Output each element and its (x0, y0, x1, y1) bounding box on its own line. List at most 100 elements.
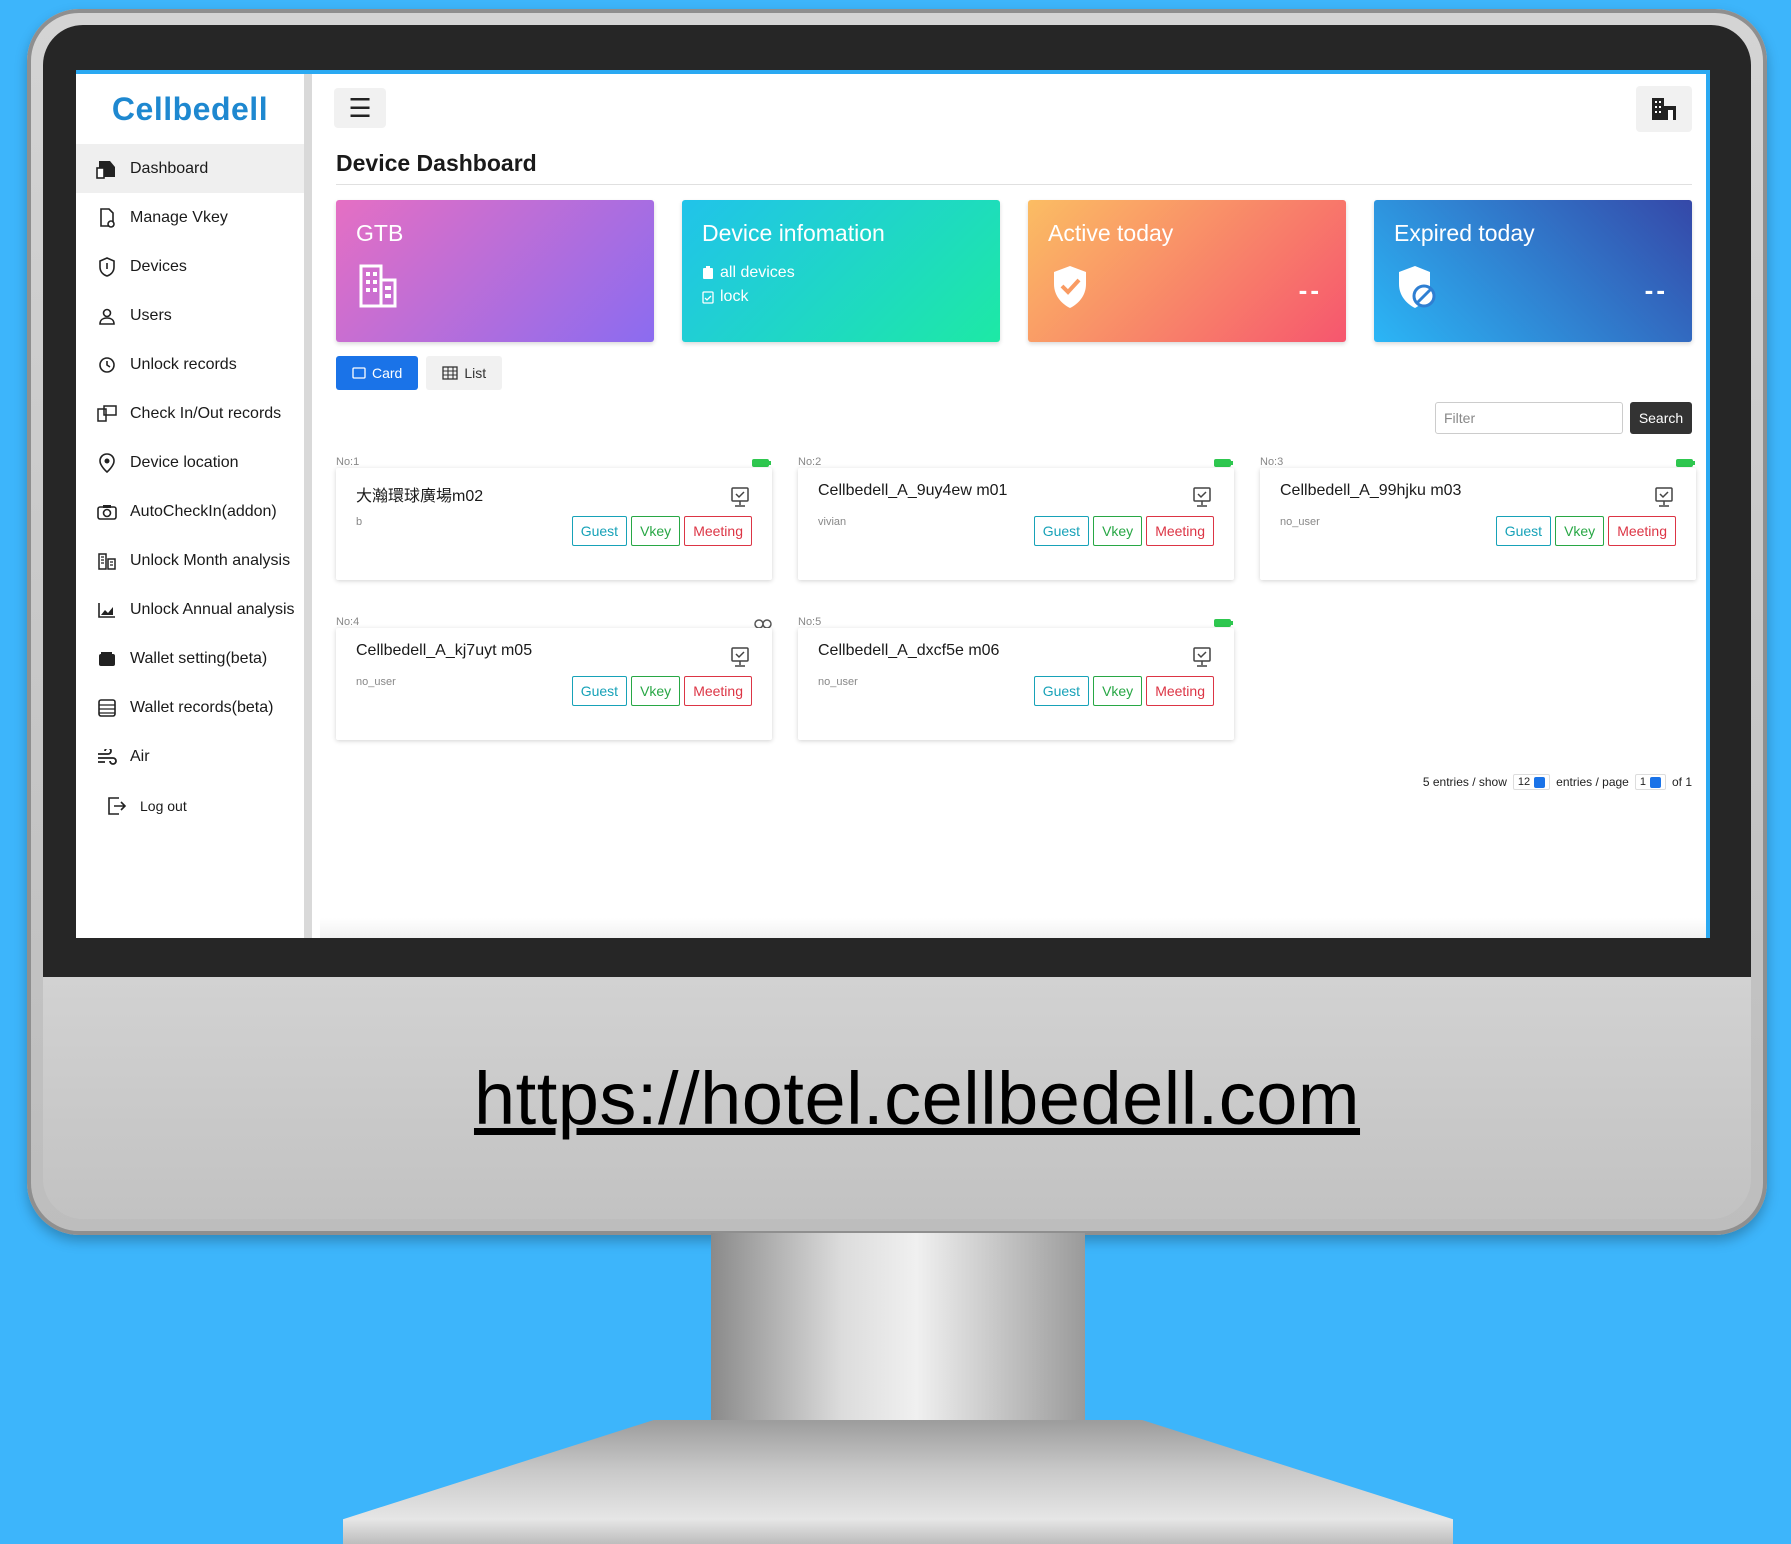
sidebar-item-logout[interactable]: Log out (76, 781, 304, 830)
clipboard-check-icon (702, 291, 714, 304)
expired-today-value: -- (1644, 275, 1668, 305)
monitor-check-icon[interactable] (1192, 646, 1212, 668)
device-card[interactable]: No:4 Cellbedell_A_kj7uyt m05 no_user Gue… (336, 616, 772, 740)
monitor-check-icon[interactable] (1654, 486, 1674, 508)
history-icon (96, 354, 118, 376)
camera-icon (96, 501, 118, 523)
device-user: no_user (356, 676, 396, 688)
website-url[interactable]: https://hotel.cellbedell.com (474, 1056, 1360, 1141)
device-user: no_user (818, 676, 858, 688)
stat-card-device-info[interactable]: Device infomation all devices lock (682, 200, 1000, 342)
vkey-button[interactable]: Vkey (631, 676, 681, 706)
app-screen: Cellbedell Dashboard Manage Vkey Devices (76, 70, 1710, 938)
guest-button[interactable]: Guest (1033, 516, 1090, 546)
vkey-button[interactable]: Vkey (631, 516, 681, 546)
sidebar-item-devices[interactable]: Devices (76, 242, 304, 291)
monitor-check-icon[interactable] (1192, 486, 1212, 508)
sidebar-item-users[interactable]: Users (76, 291, 304, 340)
sidebar-item-label: Unlock records (130, 355, 237, 373)
monitor-check-icon[interactable] (730, 486, 750, 508)
meeting-button[interactable]: Meeting (1146, 676, 1214, 706)
clipboard-icon (703, 266, 713, 279)
device-card[interactable]: No:2 Cellbedell_A_9uy4ew m01 vivian Gues… (798, 456, 1234, 580)
sidebar-item-unlock-month-analysis[interactable]: Unlock Month analysis (76, 536, 304, 585)
device-card[interactable]: No:5 Cellbedell_A_dxcf5e m06 no_user Gue… (798, 616, 1234, 740)
sidebar-item-unlock-annual-analysis[interactable]: Unlock Annual analysis (76, 585, 304, 634)
card-view-label: Card (372, 365, 403, 381)
sidebar-item-label: AutoCheckIn(addon) (130, 502, 277, 520)
device-number: No:1 (336, 456, 360, 468)
sidebar-item-manage-vkey[interactable]: Manage Vkey (76, 193, 304, 242)
page-size-select[interactable]: 12 (1512, 774, 1551, 790)
brand-logo[interactable]: Cellbedell (76, 74, 304, 144)
monitor-chin: https://hotel.cellbedell.com (43, 977, 1751, 1219)
device-card-body: 大瀚環球廣場m02 b Guest Vkey Meeting (336, 468, 772, 580)
all-devices-label: all devices (720, 264, 795, 281)
device-card[interactable]: No:3 Cellbedell_A_99hjku m03 no_user Gue… (1260, 456, 1696, 580)
sidebar: Cellbedell Dashboard Manage Vkey Devices (76, 74, 312, 938)
device-tags: Guest Vkey Meeting (1495, 516, 1676, 546)
sidebar-item-label: Unlock Month analysis (130, 551, 291, 569)
sidebar-item-label: Device location (130, 453, 239, 471)
title-divider (336, 184, 1692, 185)
device-user: no_user (1280, 516, 1320, 528)
sidebar-item-label: Unlock Annual analysis (130, 600, 295, 618)
page-number-select[interactable]: 1 (1634, 774, 1666, 790)
guest-button[interactable]: Guest (1495, 516, 1552, 546)
monitor-neck (711, 1233, 1085, 1443)
device-name: Cellbedell_A_9uy4ew m01 (818, 482, 1008, 499)
filter-input[interactable] (1435, 402, 1623, 434)
dashboard-icon (96, 158, 118, 180)
logout-icon (106, 795, 128, 817)
pagination: 5 entries / show 12 entries / page 1 of … (1423, 774, 1692, 790)
sidebar-item-unlock-records[interactable]: Unlock records (76, 340, 304, 389)
sidebar-item-label: Wallet records(beta) (130, 698, 274, 716)
sidebar-item-device-location[interactable]: Device location (76, 438, 304, 487)
search-button[interactable]: Search (1630, 402, 1692, 434)
stat-title: Expired today (1394, 220, 1535, 246)
logout-label: Log out (140, 797, 187, 814)
vkey-button[interactable]: Vkey (1093, 676, 1143, 706)
building-switch-button[interactable] (1636, 86, 1692, 132)
building-chart-icon (96, 550, 118, 572)
sidebar-item-check-in-out[interactable]: Check In/Out records (76, 389, 304, 438)
stat-title: Device infomation (702, 220, 885, 246)
building-icon (1652, 98, 1676, 120)
sidebar-item-wallet-records[interactable]: Wallet records(beta) (76, 683, 304, 732)
meeting-button[interactable]: Meeting (1608, 516, 1676, 546)
sidebar-item-autocheckin[interactable]: AutoCheckIn(addon) (76, 487, 304, 536)
vkey-button[interactable]: Vkey (1555, 516, 1605, 546)
vkey-button[interactable]: Vkey (1093, 516, 1143, 546)
topbar: ☰ (320, 74, 1706, 142)
entries-count: 5 entries / show (1422, 775, 1507, 789)
list-view-button[interactable]: List (426, 356, 503, 390)
guest-button[interactable]: Guest (1033, 676, 1090, 706)
sidebar-item-label: Check In/Out records (130, 404, 282, 422)
lock-line: lock (702, 285, 980, 309)
area-chart-icon (96, 599, 118, 621)
device-card[interactable]: No:1 大瀚環球廣場m02 b Guest Vkey Meeting (336, 456, 772, 580)
sidebar-item-wallet-setting[interactable]: Wallet setting(beta) (76, 634, 304, 683)
meeting-button[interactable]: Meeting (1146, 516, 1214, 546)
card-view-button[interactable]: Card (336, 356, 419, 390)
stat-card-gtb[interactable]: GTB (336, 200, 654, 342)
guest-button[interactable]: Guest (571, 516, 628, 546)
device-tags: Guest Vkey Meeting (571, 676, 752, 706)
sidebar-item-dashboard[interactable]: Dashboard (76, 144, 304, 193)
wallet-icon (96, 648, 118, 670)
device-card-body: Cellbedell_A_kj7uyt m05 no_user Guest Vk… (336, 628, 772, 740)
checkin-icon (96, 403, 118, 425)
stat-card-active-today[interactable]: Active today -- (1028, 200, 1346, 342)
sidebar-nav: Dashboard Manage Vkey Devices Users Unlo… (76, 144, 304, 830)
device-name: 大瀚環球廣場m02 (356, 488, 484, 505)
guest-button[interactable]: Guest (571, 676, 628, 706)
page-size-value: 12 (1517, 776, 1531, 788)
sidebar-item-air[interactable]: Air (76, 732, 304, 781)
battery-icon (1214, 619, 1233, 627)
monitor-check-icon[interactable] (730, 646, 750, 668)
hamburger-menu-button[interactable]: ☰ (334, 88, 386, 128)
meeting-button[interactable]: Meeting (684, 676, 752, 706)
meeting-button[interactable]: Meeting (684, 516, 752, 546)
stat-card-expired-today[interactable]: Expired today -- (1374, 200, 1692, 342)
battery-icon (1214, 459, 1233, 467)
